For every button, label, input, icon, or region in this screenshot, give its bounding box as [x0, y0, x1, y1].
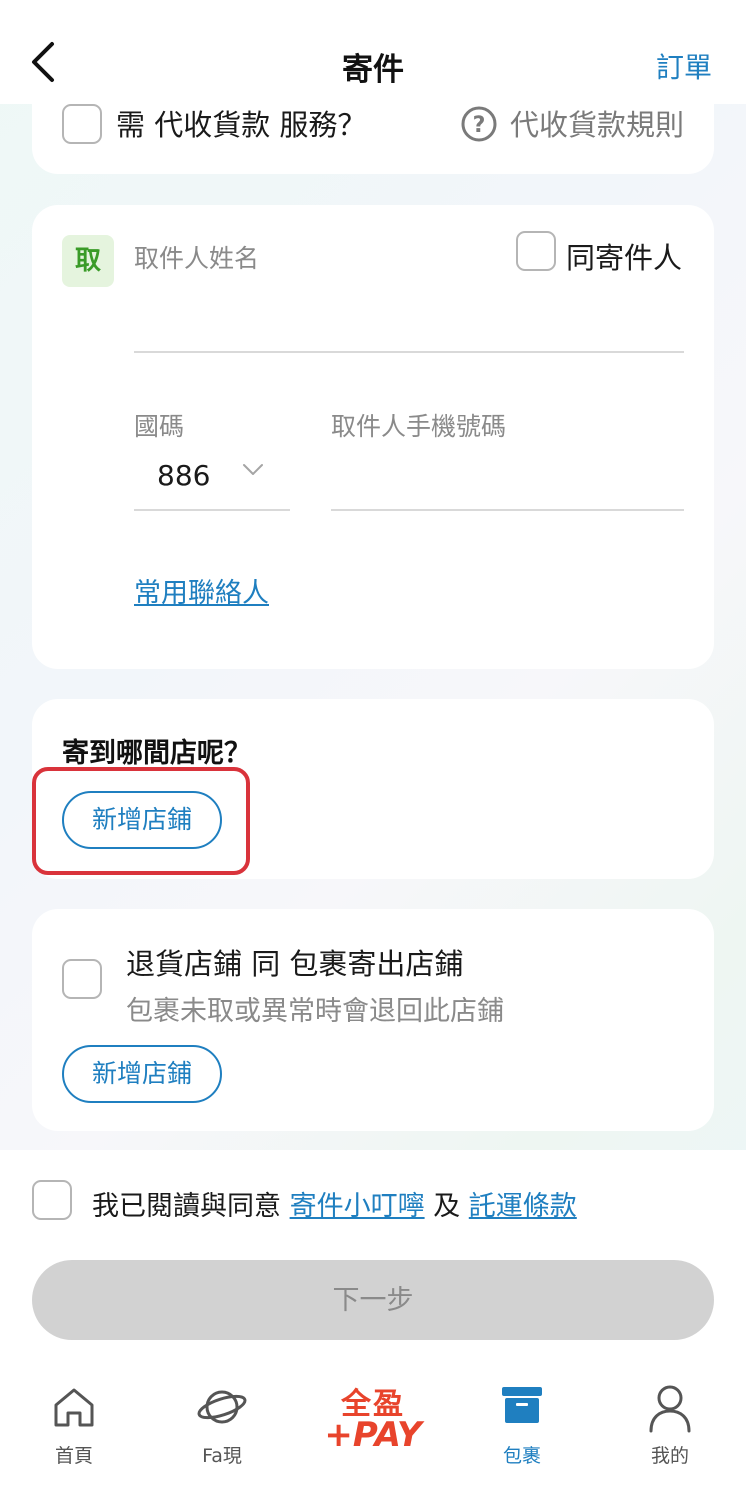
next-step-button[interactable]: 下一步	[32, 1260, 714, 1340]
help-icon: ?	[461, 106, 497, 142]
add-return-store-button[interactable]: 新增店鋪	[62, 1045, 222, 1103]
shipping-tips-link[interactable]: 寄件小叮嚀	[290, 1191, 425, 1222]
tab-package-label: 包裹	[502, 1445, 541, 1467]
return-store-title: 退貨店鋪 同 包裹寄出店鋪	[126, 947, 464, 981]
footer: 我已閱讀與同意 寄件小叮嚀 及 託運條款 下一步 首頁 Fa現 全盈 +PAY	[0, 1150, 746, 1491]
bottom-tab-bar: 首頁 Fa現 全盈 +PAY 包裹 我的	[0, 1375, 746, 1491]
recipient-card: 取 取件人姓名 同寄件人 國碼 886 取件人手機號碼 常用聯絡人	[32, 205, 714, 669]
orders-link[interactable]: 訂單	[656, 46, 712, 86]
cod-label: 需 代收貨款 服務？	[116, 108, 367, 142]
return-store-subtitle: 包裹未取或異常時會退回此店鋪	[126, 996, 504, 1027]
tab-fa-label: Fa現	[202, 1445, 242, 1467]
app-header: 寄件 訂單	[0, 0, 746, 104]
recipient-badge: 取	[62, 235, 114, 287]
recipient-name-underline	[134, 351, 684, 353]
planet-icon	[197, 1390, 247, 1424]
cod-rules-link[interactable]: 代收貨款規則	[510, 102, 684, 144]
tab-mine-label: 我的	[650, 1445, 689, 1467]
pay-logo[interactable]: 全盈 +PAY	[318, 1379, 428, 1463]
recipient-phone-underline	[331, 509, 684, 511]
agreement-text: 我已閱讀與同意 寄件小叮嚀 及 託運條款	[92, 1184, 577, 1223]
recipient-name-field[interactable]: 取件人姓名	[134, 239, 259, 275]
same-as-sender-checkbox[interactable]	[516, 231, 556, 271]
add-destination-store-button[interactable]: 新增店鋪	[62, 791, 222, 849]
country-code-select[interactable]: 886	[157, 459, 210, 492]
package-box-icon	[502, 1387, 542, 1423]
tab-package[interactable]: 包裹	[472, 1375, 572, 1475]
destination-store-card: 寄到哪間店呢？ 新增店鋪	[32, 699, 714, 879]
agreement-prefix: 我已閱讀與同意	[92, 1191, 281, 1222]
pay-logo-bottom: +PAY	[324, 1415, 422, 1455]
frequent-contacts-link[interactable]: 常用聯絡人	[134, 571, 269, 610]
cod-checkbox[interactable]	[62, 104, 102, 144]
tab-home-label: 首頁	[54, 1445, 93, 1467]
country-code-underline	[134, 509, 290, 511]
agreement-conj: 及	[433, 1191, 461, 1222]
agreement-checkbox[interactable]	[32, 1180, 72, 1220]
return-store-card: 退貨店鋪 同 包裹寄出店鋪 包裹未取或異常時會退回此店鋪 新增店鋪	[32, 909, 714, 1131]
svg-text:?: ?	[473, 113, 486, 138]
tab-mine[interactable]: 我的	[620, 1375, 720, 1475]
return-same-store-checkbox[interactable]	[62, 959, 102, 999]
tab-home[interactable]: 首頁	[24, 1375, 124, 1475]
shipping-terms-link[interactable]: 託運條款	[469, 1191, 577, 1222]
chevron-down-icon[interactable]	[242, 463, 264, 477]
recipient-phone-field[interactable]: 取件人手機號碼	[331, 407, 506, 443]
same-as-sender-label: 同寄件人	[565, 241, 682, 275]
home-icon	[54, 1388, 94, 1427]
page-title: 寄件	[342, 52, 404, 88]
destination-store-title: 寄到哪間店呢？	[62, 738, 251, 769]
tab-fa[interactable]: Fa現	[172, 1375, 272, 1475]
country-code-label: 國碼	[134, 412, 185, 441]
user-icon	[649, 1385, 691, 1433]
